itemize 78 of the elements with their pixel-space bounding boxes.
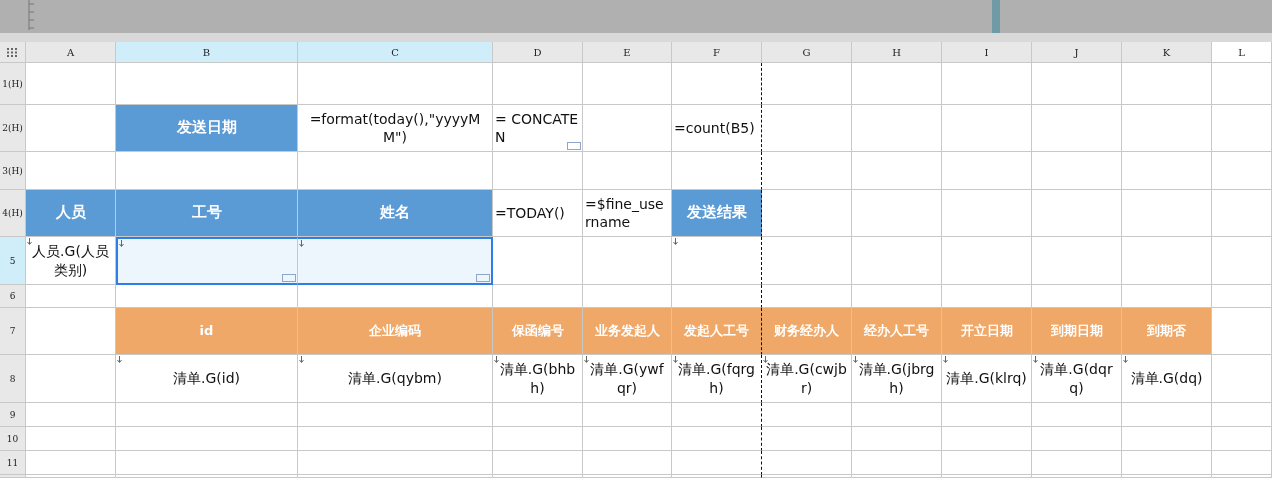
row-header[interactable]: 10 — [0, 427, 26, 451]
table-cell[interactable]: =format(today(),"yyyyMM") — [298, 105, 493, 152]
row-header[interactable]: 11 — [0, 451, 26, 475]
table-cell[interactable]: 清单.G(klrq) — [942, 355, 1032, 403]
table-cell[interactable]: 清单.G(cwjbr) — [762, 355, 852, 403]
row-header[interactable]: 4(H) — [0, 190, 26, 237]
cell-text: 财务经办人 — [773, 322, 840, 340]
cell-text: =TODAY() — [494, 203, 566, 223]
table-cell[interactable]: 清单.G(dq) — [1122, 355, 1212, 403]
column-header[interactable]: B — [116, 42, 298, 63]
cell-text: 人员 — [54, 203, 87, 223]
table-cell[interactable]: =count(B5) — [672, 105, 762, 152]
cell-text: 清单.G(jbrgh) — [857, 360, 936, 397]
table-cell[interactable] — [672, 475, 762, 478]
ruler-icon — [28, 0, 36, 30]
table-cell[interactable] — [672, 451, 762, 475]
cell-text: 清单.G(klrq) — [945, 369, 1028, 388]
table-cell[interactable] — [672, 237, 762, 285]
cell-text: 清单.G(bhbh) — [498, 360, 577, 397]
cell-text: 清单.G(dq) — [1129, 369, 1204, 388]
column-header[interactable]: C — [298, 42, 493, 63]
table-cell[interactable] — [672, 403, 762, 427]
column-header[interactable]: D — [493, 42, 583, 63]
scrollbar-thumb[interactable] — [992, 0, 1000, 33]
cell-text: =count(B5) — [673, 118, 756, 138]
cell-text: 发送结果 — [685, 203, 748, 223]
row-header[interactable]: 5 — [0, 237, 26, 285]
cell-text: 清单.G(dqrq) — [1039, 360, 1114, 397]
column-header[interactable]: E — [583, 42, 672, 63]
column-header[interactable]: I — [942, 42, 1032, 63]
table-cell[interactable] — [672, 63, 762, 105]
column-header[interactable]: G — [762, 42, 852, 63]
table-cell[interactable]: 清单.G(dqrq) — [1032, 355, 1122, 403]
cell-text: 清单.G(cwjbr) — [765, 360, 848, 397]
row-header[interactable]: 2(H) — [0, 105, 26, 152]
grid-dots-icon — [7, 47, 18, 57]
cell-text: id — [198, 322, 215, 340]
cell-text: 到期日期 — [1049, 322, 1104, 340]
column-header[interactable]: A — [26, 42, 116, 63]
table-cell[interactable]: 清单.G(bhbh) — [493, 355, 583, 403]
cell-text: 企业编码 — [368, 322, 422, 340]
cell-text: 发起人工号 — [683, 322, 750, 340]
cell-text: 工号 — [190, 203, 223, 223]
cell-text: 发送日期 — [175, 118, 238, 138]
cell-text: 开立日期 — [959, 322, 1014, 340]
cell-text: 清单.G(fqrgh) — [677, 360, 756, 397]
row-header[interactable]: 9 — [0, 403, 26, 427]
row-header[interactable]: 6 — [0, 285, 26, 308]
table-cell[interactable]: 清单.G(fqrgh) — [672, 355, 762, 403]
column-header[interactable]: J — [1032, 42, 1122, 63]
column-header[interactable]: K — [1122, 42, 1212, 63]
table-cell[interactable]: 清单.G(jbrgh) — [852, 355, 942, 403]
cell-text: =$fine_username — [584, 194, 665, 232]
row-header[interactable]: 7 — [0, 308, 26, 355]
cell-text: 到期否 — [1146, 322, 1187, 340]
select-all-button[interactable] — [0, 42, 26, 63]
row-header[interactable]: 8 — [0, 355, 26, 403]
table-cell[interactable]: 清单.G(id) — [116, 355, 298, 403]
table-cell[interactable]: 清单.G(ywfqr) — [583, 355, 672, 403]
cell-text: 业务发起人 — [593, 322, 661, 340]
cell-text: 经办人工号 — [863, 322, 930, 340]
cell-text: 清单.G(qybm) — [347, 369, 443, 388]
cell-text: 清单.G(id) — [172, 369, 241, 388]
table-cell[interactable]: 清单.G(qybm) — [298, 355, 493, 403]
table-cell[interactable]: =TODAY() — [493, 190, 583, 237]
row-header[interactable]: 1(H) — [0, 63, 26, 105]
cell-text: =format(today(),"yyyyMM") — [308, 109, 482, 147]
cell-text: 保函编号 — [510, 322, 565, 340]
table-cell[interactable] — [298, 237, 493, 285]
column-header[interactable]: L — [1212, 42, 1272, 63]
table-cell[interactable] — [672, 427, 762, 451]
table-cell[interactable] — [116, 237, 298, 285]
column-header[interactable]: H — [852, 42, 942, 63]
column-header[interactable]: F — [672, 42, 762, 63]
cell-text: 清单.G(ywfqr) — [589, 360, 665, 397]
cell-text: 姓名 — [379, 203, 411, 223]
cell-text: 人员.G(人员类别) — [31, 242, 110, 279]
row-header[interactable]: 3(H) — [0, 152, 26, 190]
